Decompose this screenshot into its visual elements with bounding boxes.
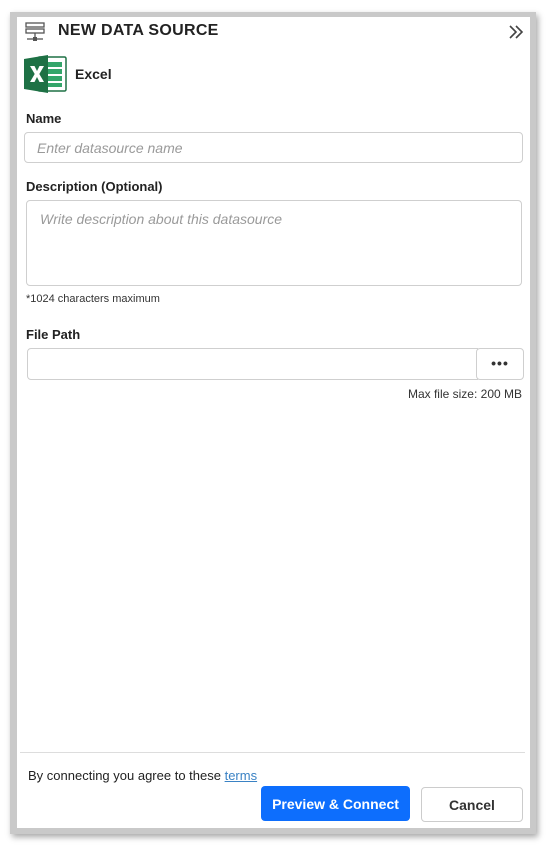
max-file-size: Max file size: 200 MB xyxy=(407,387,522,401)
cancel-button[interactable]: Cancel xyxy=(421,787,523,822)
new-data-source-panel: NEW DATA SOURCE Excel Name Description (… xyxy=(17,17,530,828)
datasource-icon xyxy=(25,22,45,41)
panel-header: NEW DATA SOURCE xyxy=(17,17,530,47)
terms-prefix: By connecting you agree to these xyxy=(28,768,221,783)
file-path-label: File Path xyxy=(26,327,81,342)
excel-icon xyxy=(24,55,67,93)
double-chevron-right-icon[interactable] xyxy=(507,23,525,41)
file-path-input[interactable] xyxy=(27,348,478,380)
description-label: Description (Optional) xyxy=(26,179,163,194)
description-input[interactable] xyxy=(26,200,522,286)
panel-title: NEW DATA SOURCE xyxy=(58,22,219,39)
terms-notice: By connecting you agree to these terms xyxy=(28,768,257,783)
source-type-label: Excel xyxy=(75,66,112,82)
footer-divider xyxy=(20,752,525,753)
name-input[interactable] xyxy=(24,132,523,163)
name-label: Name xyxy=(26,111,62,126)
description-hint: *1024 characters maximum xyxy=(26,293,160,305)
terms-link[interactable]: terms xyxy=(225,768,258,783)
preview-connect-button[interactable]: Preview & Connect xyxy=(261,786,410,821)
browse-button[interactable]: ••• xyxy=(476,348,524,380)
